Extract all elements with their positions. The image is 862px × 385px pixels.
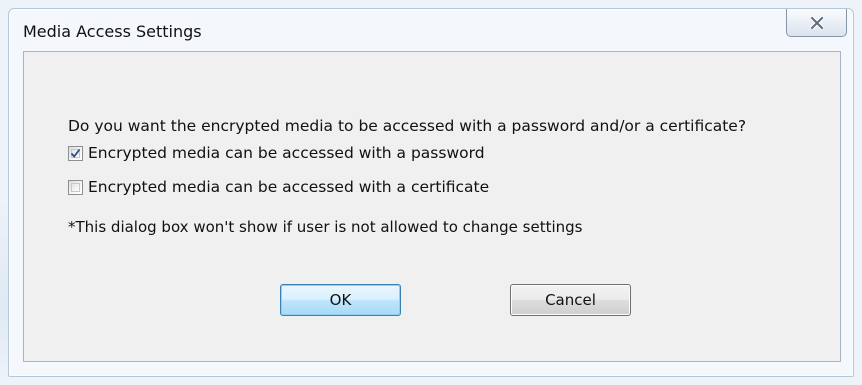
question-text: Do you want the encrypted media to be ac… [68,117,747,135]
password-option[interactable]: Encrypted media can be accessed with a p… [68,144,485,162]
cancel-button[interactable]: Cancel [510,284,631,316]
dialog-window: Media Access Settings Do you want the en… [8,8,854,377]
certificate-checkbox[interactable] [68,179,83,195]
dialog-body: Do you want the encrypted media to be ac… [23,51,841,362]
close-button[interactable] [786,9,847,37]
certificate-option-label: Encrypted media can be accessed with a c… [88,178,490,196]
checkmark-icon [70,148,81,158]
settings-note: *This dialog box won't show if user is n… [68,218,583,236]
window-title: Media Access Settings [23,22,202,41]
certificate-option[interactable]: Encrypted media can be accessed with a c… [68,178,489,196]
password-checkbox[interactable] [68,145,83,161]
ok-button[interactable]: OK [280,284,401,316]
close-icon [809,16,824,29]
password-option-label: Encrypted media can be accessed with a p… [88,144,485,162]
